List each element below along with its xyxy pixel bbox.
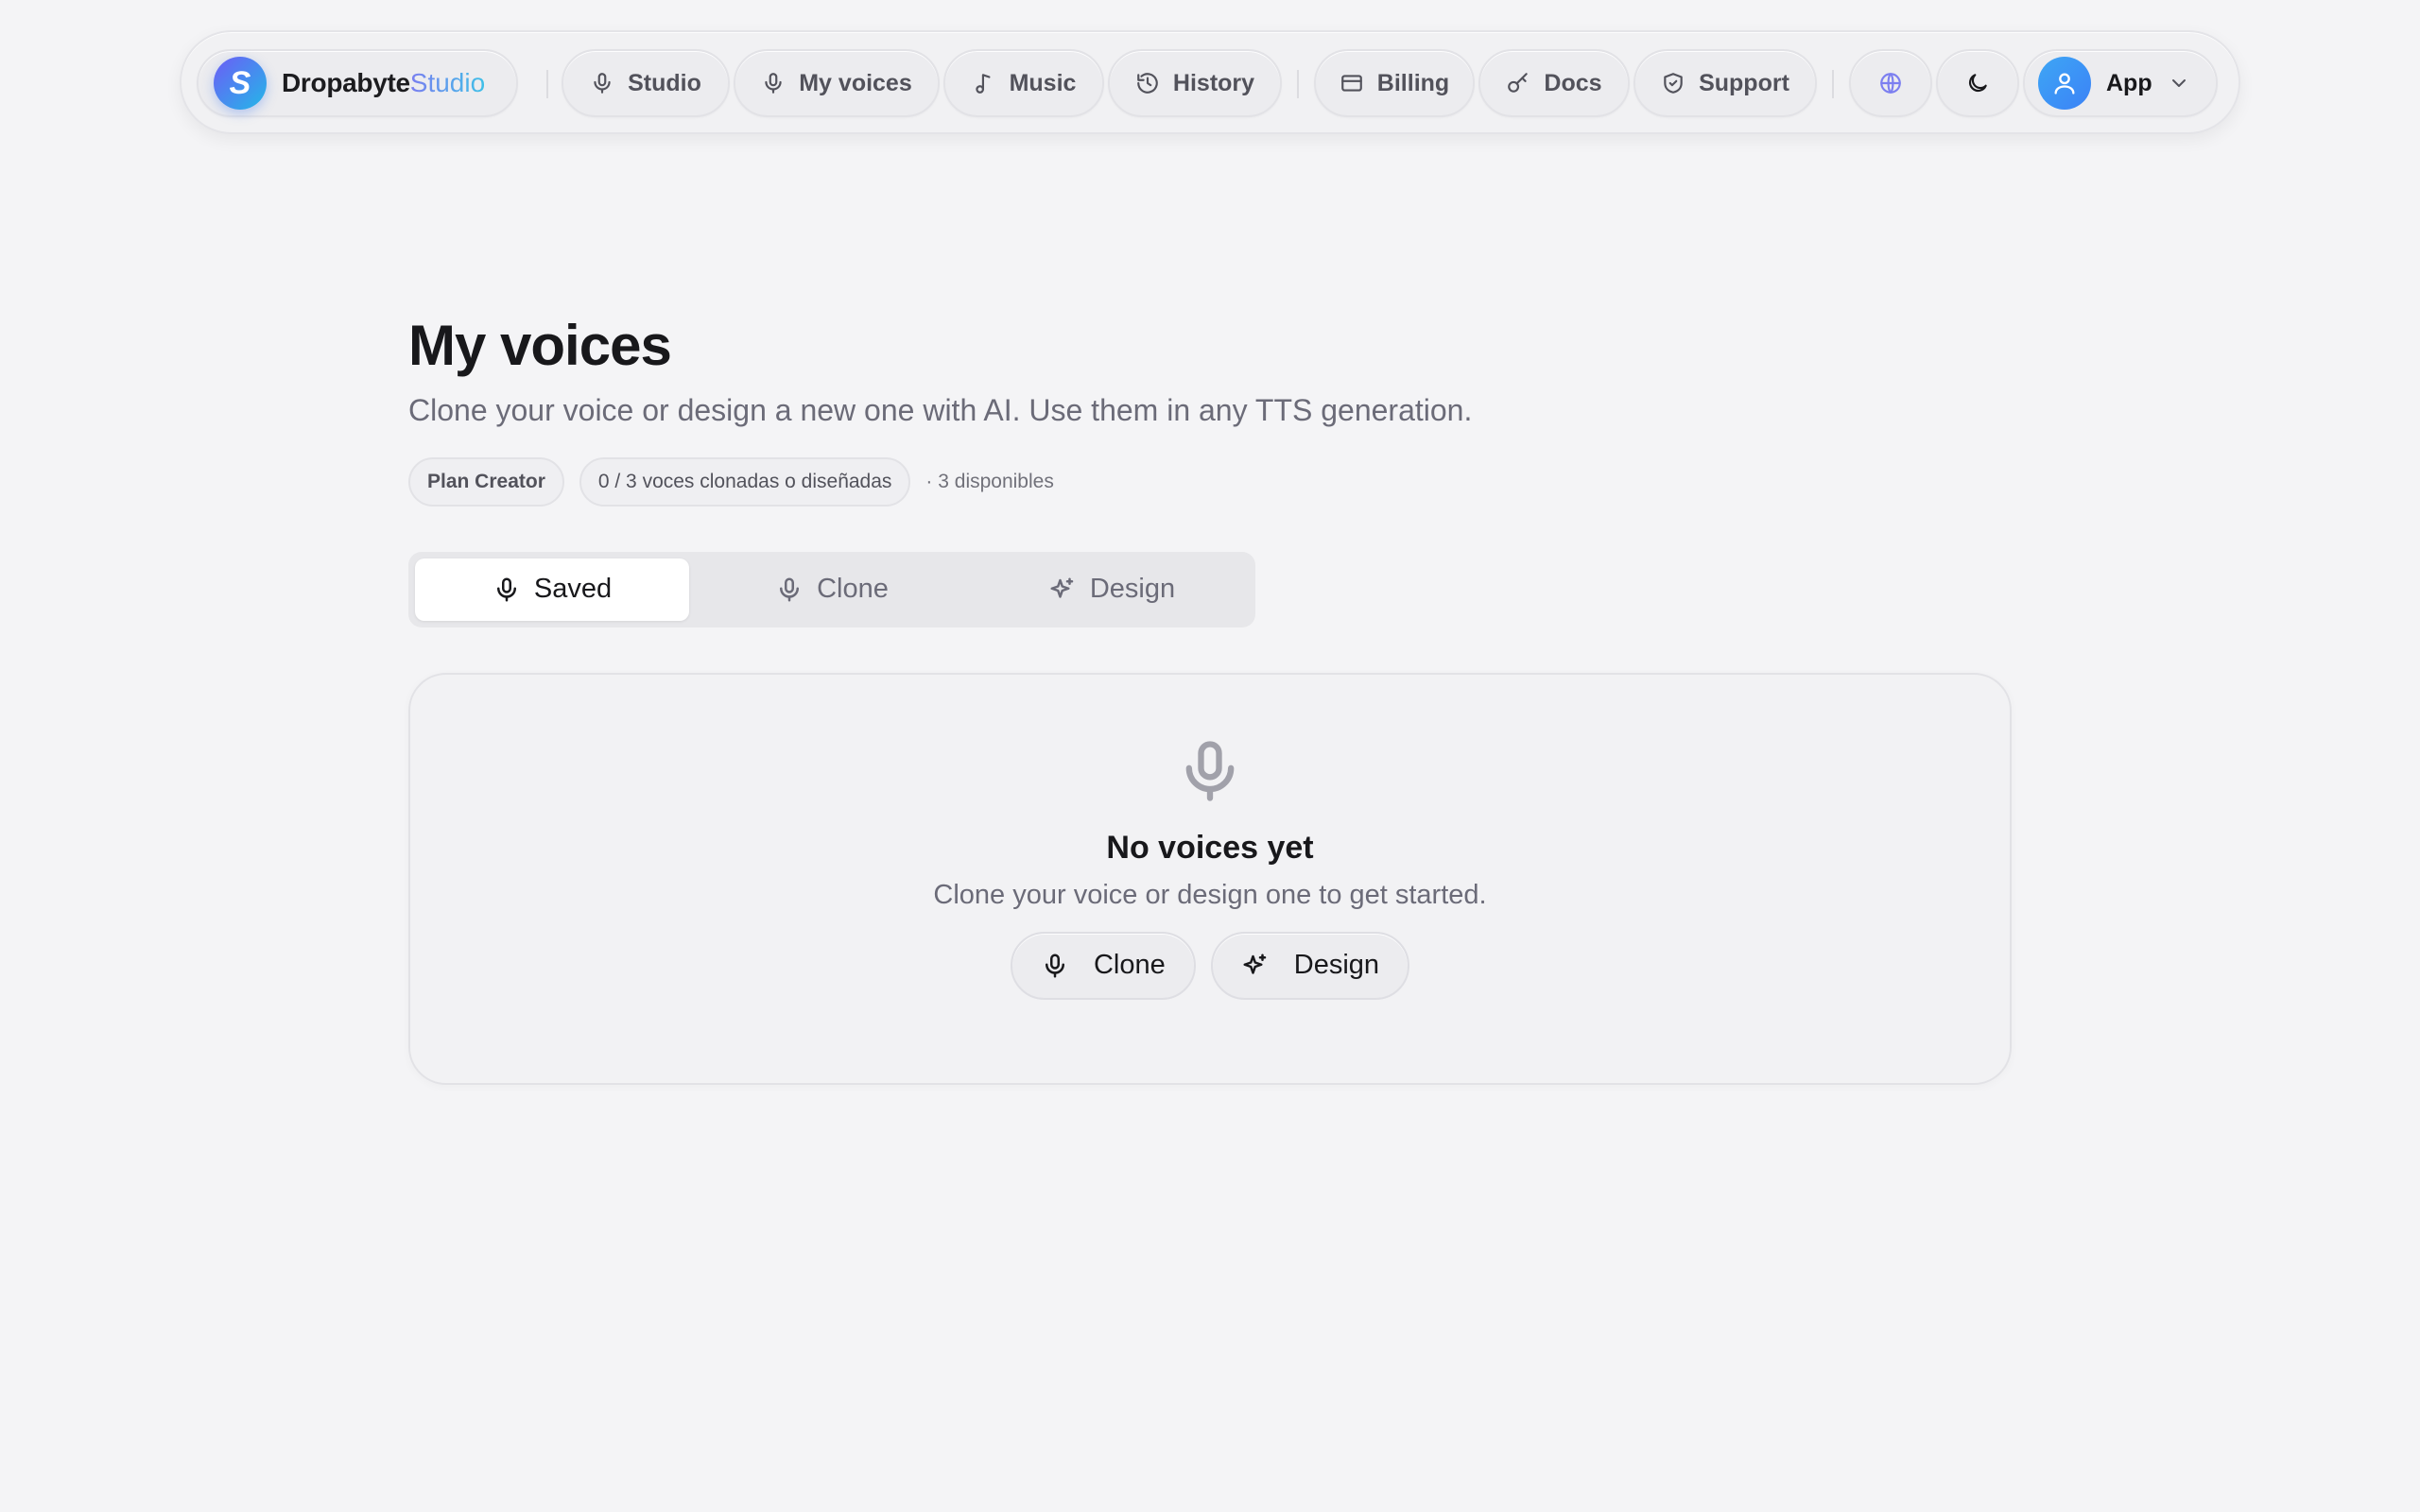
mic-icon [496,577,516,602]
empty-state-actions: Clone Design [1010,931,1410,1000]
tab-label: Saved [533,574,613,605]
empty-state-card: No voices yet Clone your voice or design… [408,672,2012,1085]
tab-design[interactable]: Design [975,558,1249,621]
shield-icon [1664,73,1683,94]
page-title: My voices [408,314,672,377]
available-count: · 3 disponibles [925,470,1054,492]
plan-info: Plan Creator 0 / 3 voces clonadas o dise… [408,456,2012,507]
main-content: My voices Clone your voice or design a n… [408,312,2012,1085]
theme-toggle-button[interactable] [1936,49,2019,117]
sparkles-icon [1050,577,1074,598]
top-nav: S DropabyteStudio Studio My voices Music… [180,30,2240,134]
empty-state-title: No voices yet [1106,829,1314,866]
brand-logo-icon: S [214,57,267,110]
tab-saved[interactable]: Saved [415,558,689,621]
mic-icon [765,73,782,94]
user-icon [2054,73,2075,94]
nav-item-label: Docs [1544,69,1602,96]
nav-item-label: Support [1699,69,1789,96]
tab-clone[interactable]: Clone [695,558,969,621]
nav-item-history[interactable]: History [1108,49,1282,117]
design-button-label: Design [1293,950,1380,981]
avatar [2038,57,2091,110]
mic-icon [594,73,611,94]
nav-item-music[interactable]: Music [943,49,1104,117]
plan-badge: Plan Creator [408,456,564,507]
brand-name: Dropabyte [282,68,410,97]
usage-badge: 0 / 3 voces clonadas o diseñadas [579,456,911,507]
nav-item-label: Billing [1376,69,1450,96]
music-note-icon [975,74,991,94]
design-button[interactable]: Design [1210,931,1410,1000]
nav-item-billing[interactable]: Billing [1314,49,1475,117]
nav-divider [546,70,548,98]
nav-divider [1832,70,1834,98]
moon-icon [1968,74,1987,93]
tab-label: Design [1089,574,1176,605]
nav-item-studio[interactable]: Studio [562,49,730,117]
clone-button-label: Clone [1093,950,1166,981]
nav-divider [1297,70,1299,98]
nav-item-label: My voices [799,69,912,96]
tab-label: Clone [817,574,889,605]
nav-item-docs[interactable]: Docs [1478,49,1630,117]
nav-item-label: Music [1009,69,1077,96]
empty-state-icon [1174,735,1246,807]
mic-icon [780,577,800,602]
credit-card-icon [1340,75,1362,92]
page-subtitle: Clone your voice or design a new one wit… [408,393,1473,427]
globe-icon [1880,73,1901,94]
history-icon [1137,73,1158,94]
mic-icon [1045,954,1064,978]
sparkles-icon [1243,954,1266,974]
voices-tabs: Saved Clone Design [408,551,1255,627]
brand-accent: Studio [409,68,486,97]
language-button[interactable] [1849,49,1932,117]
mic-icon [1185,740,1235,801]
account-label: App [2106,69,2152,96]
account-menu-button[interactable]: App [2023,49,2218,117]
nav-item-label: Studio [628,69,701,96]
brand-home-link[interactable]: S DropabyteStudio [197,49,518,117]
nav-item-support[interactable]: Support [1634,49,1817,117]
clone-button[interactable]: Clone [1010,931,1196,1000]
chevron-down-icon [2171,79,2186,87]
key-icon [1508,73,1529,93]
nav-item-my-voices[interactable]: My voices [734,49,940,117]
nav-item-label: History [1172,69,1255,96]
empty-state-subtitle: Clone your voice or design one to get st… [933,879,1487,910]
